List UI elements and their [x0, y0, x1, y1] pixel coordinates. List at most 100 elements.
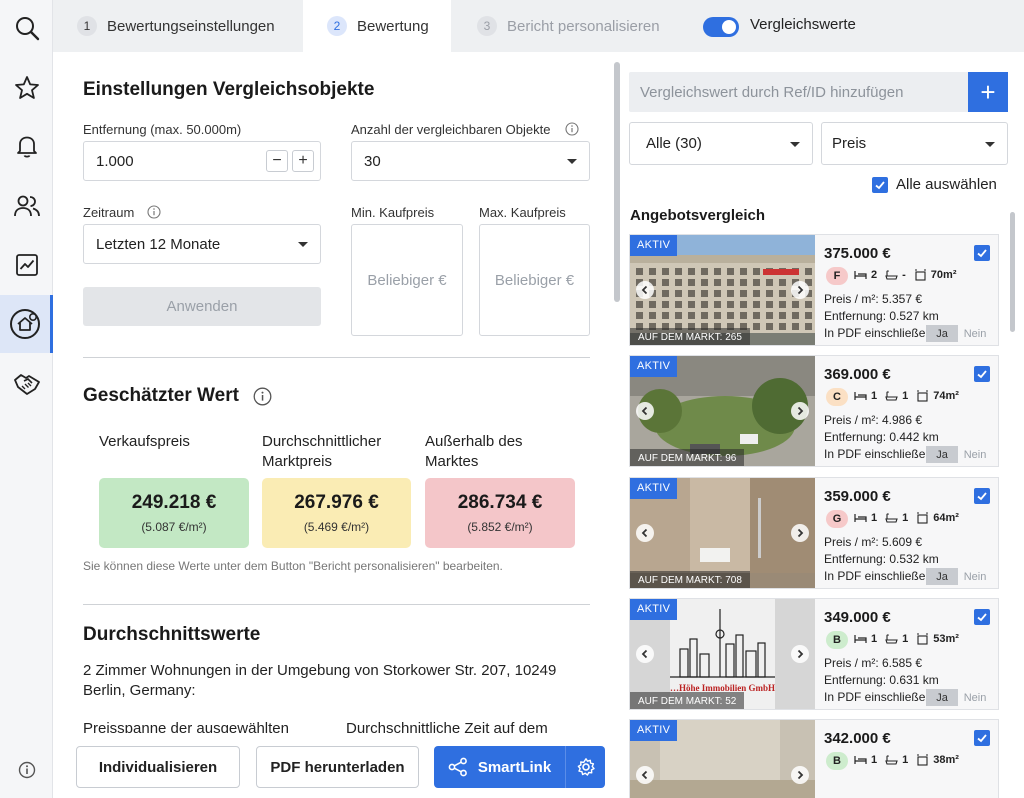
increment-button[interactable]: + [292, 150, 314, 172]
sidebar-item-contacts[interactable] [0, 178, 53, 234]
step-label: Bewertungseinstellungen [107, 17, 275, 35]
apply-button[interactable]: Anwenden [83, 287, 321, 326]
chevron-left-icon[interactable] [636, 402, 654, 420]
sidebar-item-search[interactable] [0, 0, 53, 56]
listing-info: 359.000 € G 1 1 64m² Preis / m²: 5.609 €… [824, 478, 998, 588]
sidebar-item-notifications[interactable] [0, 118, 53, 174]
sort-select[interactable]: Preis [821, 122, 1008, 165]
count-label: Anzahl der vergleichbaren Objekte [351, 122, 551, 137]
info-icon[interactable] [253, 387, 272, 406]
chevron-left-icon[interactable] [636, 524, 654, 542]
divider [83, 604, 590, 605]
sidebar-item-info[interactable] [0, 742, 53, 798]
smartlink-button[interactable]: SmartLink [434, 746, 565, 788]
room-count: 2 [871, 269, 878, 281]
bath-count: 1 [902, 633, 909, 645]
sidebar-item-valuation[interactable] [0, 295, 53, 353]
sidebar-item-analytics[interactable] [0, 237, 53, 293]
listing-features: 1 1 64m² [854, 512, 959, 524]
market-price-label: Durchschnittlicher Marktpreis [262, 433, 382, 470]
listing-card[interactable]: AKTIV AUF DEM MARKT: 708 359.000 € G 1 1… [629, 477, 999, 589]
sidebar-item-deals[interactable] [0, 356, 53, 412]
info-icon[interactable] [147, 205, 161, 219]
include-pdf-no[interactable]: Nein [958, 568, 992, 585]
smartlink-settings-button[interactable] [565, 746, 605, 788]
days-on-market: AUF DEM MARKT: 708 [630, 571, 750, 588]
include-pdf-no[interactable]: Nein [958, 689, 992, 706]
area-value: 38m² [933, 754, 959, 766]
chevron-right-icon[interactable] [791, 402, 809, 420]
bed-icon [854, 756, 867, 764]
listing-photo[interactable]: AKTIV AUF DEM MARKT: 265 [630, 235, 815, 345]
listing-checkbox[interactable] [974, 488, 990, 504]
chevron-left-icon[interactable] [636, 766, 654, 784]
chevron-right-icon[interactable] [791, 766, 809, 784]
info-icon[interactable] [565, 122, 579, 136]
listing-photo[interactable]: AKTIV AUF DEM MARKT: 708 [630, 478, 815, 588]
listing-photo[interactable]: AKTIV [630, 720, 815, 798]
sidebar [0, 0, 53, 798]
include-pdf-yes[interactable]: Ja [926, 325, 958, 342]
main-panel: Einstellungen Vergleichsobjekte Entfernu… [53, 52, 614, 798]
include-pdf-yes[interactable]: Ja [926, 446, 958, 463]
count-value: 30 [364, 152, 381, 170]
distance: Entfernung: 0.532 km [824, 552, 939, 566]
listing-card[interactable]: AKTIV AUF DEM MARKT: 96 369.000 € C 1 1 … [629, 355, 999, 467]
include-pdf-yes[interactable]: Ja [926, 689, 958, 706]
decrement-button[interactable]: − [266, 150, 288, 172]
include-pdf-label: In PDF einschließe [824, 690, 926, 704]
listing-checkbox[interactable] [974, 730, 990, 746]
step-label: Bericht personalisieren [507, 17, 660, 35]
max-price-label: Max. Kaufpreis [479, 205, 566, 220]
chevron-left-icon[interactable] [636, 281, 654, 299]
customize-button[interactable]: Individualisieren [76, 746, 240, 788]
sale-price-per-sqm: (5.087 €/m²) [141, 520, 207, 534]
chevron-right-icon[interactable] [791, 524, 809, 542]
gear-icon [577, 758, 595, 776]
period-select[interactable]: Letzten 12 Monate [83, 224, 321, 264]
step-label: Bewertung [357, 17, 429, 35]
listing-card[interactable]: AKTIV AUF DEM MARKT: 265 375.000 € F 2 -… [629, 234, 999, 346]
step-personalize-report[interactable]: 3 Bericht personalisieren [451, 0, 686, 52]
handshake-icon [13, 374, 40, 395]
days-on-market: AUF DEM MARKT: 96 [630, 449, 745, 466]
chevron-right-icon[interactable] [791, 645, 809, 663]
chevron-right-icon[interactable] [791, 281, 809, 299]
step-settings[interactable]: 1 Bewertungseinstellungen [53, 0, 303, 52]
include-pdf-yes[interactable]: Ja [926, 568, 958, 585]
add-comparable-button[interactable]: + [968, 72, 1008, 112]
filter-select[interactable]: Alle (30) [629, 122, 813, 165]
listing-photo[interactable]: …Höhe Immobilien GmbH AKTIV AUF DEM MARK… [630, 599, 815, 709]
listing-checkbox[interactable] [974, 245, 990, 261]
chevron-left-icon[interactable] [636, 645, 654, 663]
include-pdf-no[interactable]: Nein [958, 325, 992, 342]
distance-value: 1.000 [96, 152, 134, 170]
listing-checkbox[interactable] [974, 366, 990, 382]
listing-photo[interactable]: AKTIV AUF DEM MARKT: 96 [630, 356, 815, 466]
min-price-input[interactable]: Beliebiger € [351, 224, 463, 336]
distance-input[interactable]: 1.000 − + [83, 141, 321, 181]
include-pdf-no[interactable]: Nein [958, 446, 992, 463]
add-comparable-input[interactable]: Vergleichswert durch Ref/ID hinzufügen [629, 72, 969, 112]
step-number: 3 [477, 16, 497, 36]
bathtub-icon [885, 269, 898, 280]
count-select[interactable]: 30 [351, 141, 590, 181]
area-icon [917, 633, 929, 645]
step-valuation[interactable]: 2 Bewertung [303, 0, 451, 52]
price-per-sqm: Preis / m²: 6.585 € [824, 656, 923, 670]
listing-card[interactable]: AKTIV 342.000 € B 1 1 38m² [629, 719, 999, 798]
off-market-value: 286.734 € [457, 492, 543, 513]
comparables-toggle[interactable] [703, 17, 739, 37]
list-scrollbar[interactable] [1010, 212, 1015, 332]
listing-card[interactable]: …Höhe Immobilien GmbH AKTIV AUF DEM MARK… [629, 598, 999, 710]
bath-count: 1 [902, 390, 909, 402]
main-scrollbar[interactable] [614, 62, 620, 302]
smartlink-label: SmartLink [477, 758, 552, 776]
listing-checkbox[interactable] [974, 609, 990, 625]
sidebar-item-favorites[interactable] [0, 60, 53, 116]
pdf-download-button[interactable]: PDF herunterladen [256, 746, 419, 788]
select-all-checkbox[interactable] [872, 177, 888, 193]
listing-features: 2 - 70m² [854, 269, 956, 281]
max-price-input[interactable]: Beliebiger € [479, 224, 590, 336]
listing-price: 342.000 € [824, 730, 891, 747]
